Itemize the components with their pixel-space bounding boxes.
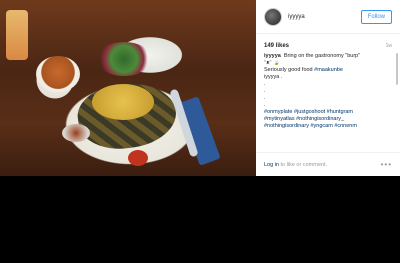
caption-line-3: Seriously good food #maakunbe — [264, 67, 392, 74]
post-meta: 149 likes 1w — [256, 34, 400, 53]
avatar-icon[interactable] — [264, 7, 282, 26]
follow-button[interactable]: Follow — [360, 9, 392, 24]
username[interactable]: iyyyya — [288, 14, 361, 20]
soup-bowl — [36, 56, 80, 92]
caption-line-2: ᵔᴥᵔ 🍃 — [264, 60, 280, 66]
likes-count[interactable]: 149 likes — [264, 43, 289, 49]
caption-dot-1: . — [264, 81, 266, 87]
caption-username[interactable]: iyyyya — [264, 53, 281, 59]
sauce-dish — [62, 124, 90, 142]
salad-plate — [96, 42, 152, 76]
hashtag-maakunbe[interactable]: #maakunbe — [314, 67, 343, 73]
post-modal: iyyyya Follow 149 likes 1w iyyyya Bring o… — [0, 0, 400, 176]
post-footer: Log in to like or comment. ••• — [256, 152, 400, 176]
drink-glass — [6, 10, 28, 60]
caption-text-1: Bring on the gastronomy "burp" — [283, 53, 361, 59]
tomato-slice — [128, 150, 148, 166]
hashtags-line-1[interactable]: #onmyplate #justgoshoot #huntgram — [264, 109, 392, 116]
post-sidebar: iyyyya Follow 149 likes 1w iyyyya Bring o… — [256, 0, 400, 176]
login-link[interactable]: Log in — [264, 162, 279, 168]
caption-scrollbar[interactable] — [396, 53, 398, 85]
login-prompt: Log in to like or comment. — [264, 162, 327, 168]
hashtags-line-2[interactable]: #mytinyatlas #nothingisordinary_ — [264, 116, 392, 123]
caption-dot-2: . — [264, 88, 266, 94]
caption-text-3: Seriously good food — [264, 67, 315, 73]
caption-line-1: iyyyya Bring on the gastronomy "burp" — [264, 53, 392, 60]
more-options-icon[interactable]: ••• — [381, 160, 392, 169]
caption-line-4: iyyyya . — [264, 74, 283, 80]
caption: iyyyya Bring on the gastronomy "burp" ᵔᴥᵔ… — [256, 53, 400, 152]
post-header: iyyyya Follow — [256, 0, 400, 34]
post-age: 1w — [385, 43, 392, 49]
hashtags-line-3[interactable]: #nothingisordinary #yngcam #cnnenm — [264, 123, 392, 130]
pineapple-rice — [92, 84, 154, 120]
login-prompt-text: to like or comment. — [279, 161, 327, 168]
post-photo[interactable] — [0, 0, 256, 176]
caption-dot-3: . — [264, 95, 266, 101]
caption-dot-4: . — [264, 102, 266, 108]
